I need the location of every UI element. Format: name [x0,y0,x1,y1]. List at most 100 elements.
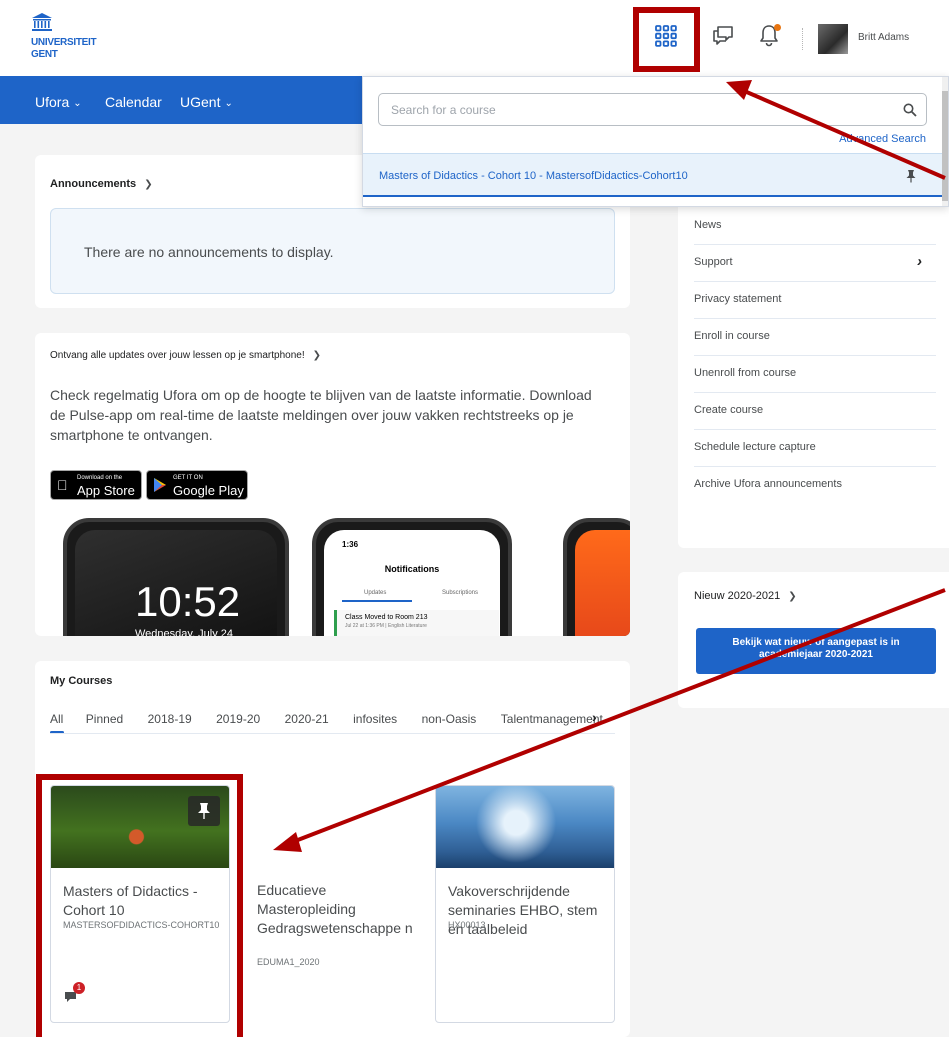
link-privacy-statement[interactable]: Privacy statement [694,282,936,319]
logo-line-1: UNIVERSITEIT [31,37,97,48]
nieuw-title[interactable]: Nieuw 2020-2021 ❯ [694,590,797,602]
course-tile[interactable]: Educatieve Masteropleiding Gedragswetens… [243,785,423,1023]
logo-line-2: GENT [31,49,58,60]
link-label: Unenroll from course [694,367,797,379]
link-label: Enroll in course [694,330,770,342]
google-play-icon [154,478,166,492]
phone-lockscreen-image: 10:52 Wednesday, July 24 [63,518,289,636]
tab-all[interactable]: All [50,712,63,726]
tab-pinned[interactable]: Pinned [86,712,123,726]
link-create-course[interactable]: Create course [694,393,936,430]
phone-notification-title: Class Moved to Room 213 [345,614,428,621]
nav-item-label: UGent [180,94,221,110]
link-label: Create course [694,404,764,416]
phone-tab-subscriptions: Subscriptions [442,590,479,596]
phone-screen-title: Notifications [384,564,440,574]
widget-title-text: Ontvang alle updates over jouw lessen op… [50,350,305,361]
apple-icon:  [57,477,68,493]
nav-item-ugent[interactable]: UGent ⌄ [180,94,233,110]
announcements-empty-box: There are no announcements to display. [50,208,615,294]
phone-partial-image [563,518,630,636]
messages-button[interactable] [712,24,734,53]
pinned-course-name: Masters of Didactics - Cohort 10 - Maste… [379,170,688,182]
phone-screen: 10:52 Wednesday, July 24 [75,530,277,636]
nav-item-label: Ufora [35,94,70,110]
link-unenroll-from-course[interactable]: Unenroll from course [694,356,936,393]
badge-small-text: Download on the [77,475,123,481]
phone-tab-indicator [342,600,412,602]
nav-item-label: Calendar [105,94,162,110]
link-label: Schedule lecture capture [694,441,816,453]
tab-2020-21[interactable]: 2020-21 [285,712,329,726]
link-label: Privacy statement [694,293,782,305]
advanced-search-link[interactable]: Advanced Search [839,133,926,145]
course-code: HX00013 [448,920,486,930]
nav-item-ufora[interactable]: Ufora ⌄ [35,94,82,110]
tab-non-oasis[interactable]: non-Oasis [422,712,477,726]
course-tabs: All Pinned 2018-19 2019-20 2020-21 infos… [50,710,610,730]
link-label: Support [694,256,733,268]
highlight-box-apps [633,7,700,72]
tab-talentmanagement[interactable]: Talentmanagement [501,712,603,726]
pinned-course-item[interactable]: Masters of Didactics - Cohort 10 - Maste… [363,153,947,197]
phone-screen [575,530,630,636]
phone-notification-subtitle: Jul 22 at 1:36 PM | English Literature [345,623,427,629]
course-selector-dropdown: Advanced Search Masters of Didactics - C… [362,76,949,207]
lockscreen-time: 10:52 [135,578,241,625]
phone-notifications-image: 1:36 Notifications Updates Subscriptions… [312,518,512,636]
whats-new-button[interactable]: Bekijk wat nieuw of aangepast is in acad… [696,628,936,674]
link-news[interactable]: News [694,208,936,245]
phone-notification-item: Class Moved to Room 213 Jul 22 at 1:36 P… [334,610,499,636]
nav-item-calendar[interactable]: Calendar [105,94,162,110]
university-logo[interactable]: UNIVERSITEIT GENT [31,13,111,60]
chevron-down-icon: ❯ [144,179,153,190]
app-store-badge[interactable]:  Download on the App Store [50,470,142,500]
button-line-1: Bekijk wat nieuw of aangepast is in [732,637,900,648]
pin-icon[interactable] [905,169,917,183]
course-tile[interactable]: Vakoverschrijdende seminaries EHBO, stem… [435,785,615,1023]
user-name[interactable]: Britt Adams [858,32,909,43]
link-archive-announcements[interactable]: Archive Ufora announcements [694,467,936,504]
chevron-right-icon: › [592,709,597,725]
avatar[interactable] [818,24,848,54]
chevron-down-icon: ❯ [788,591,797,602]
badge-big-text: Google Play [173,483,244,498]
chevron-down-icon: ⌄ [73,98,82,109]
course-image [436,786,614,868]
tabs-scroll-right-button[interactable]: › [592,709,597,725]
google-play-badge[interactable]: GET IT ON Google Play [146,470,248,500]
phone-tab-updates: Updates [364,590,387,596]
phone-status-time: 1:36 [342,540,359,549]
badge-small-text: GET IT ON [173,475,203,481]
widget-title-text: Nieuw 2020-2021 [694,590,781,602]
chevron-down-icon: ⌄ [224,98,233,109]
search-icon [903,103,917,117]
course-search-input[interactable] [391,101,891,119]
announcements-title[interactable]: Announcements ❯ [50,178,153,190]
announcements-empty-message: There are no announcements to display. [84,244,334,260]
pulse-description: Check regelmatig Ufora om op de hoogte t… [50,387,592,443]
link-label: News [694,219,722,231]
tab-infosites[interactable]: infosites [353,712,397,726]
widget-title-text: Announcements [50,178,137,190]
tab-2019-20[interactable]: 2019-20 [216,712,260,726]
links-widget: News Support › Privacy statement Enroll i… [678,180,949,548]
phone-screen: 1:36 Notifications Updates Subscriptions… [324,530,500,636]
scrollbar-thumb[interactable] [942,91,948,201]
tab-2018-19[interactable]: 2018-19 [148,712,192,726]
chevron-right-icon: › [917,253,922,270]
link-schedule-lecture-capture[interactable]: Schedule lecture capture [694,430,936,467]
button-line-2: academiejaar 2020-2021 [759,649,873,660]
tabs-divider [50,733,615,734]
link-support[interactable]: Support › [694,245,936,282]
chat-icon [713,26,733,45]
course-name[interactable]: Educatieve Masteropleiding Gedragswetens… [257,881,417,938]
link-enroll-in-course[interactable]: Enroll in course [694,319,936,356]
pulse-title[interactable]: Ontvang alle updates over jouw lessen op… [50,350,321,361]
lockscreen-date: Wednesday, July 24 [135,628,234,636]
header-divider [802,28,803,50]
dropdown-scrollbar[interactable] [942,77,948,206]
search-button[interactable] [903,103,917,122]
top-header: UNIVERSITEIT GENT Britt Adams [0,0,949,76]
notification-dot [774,24,781,31]
